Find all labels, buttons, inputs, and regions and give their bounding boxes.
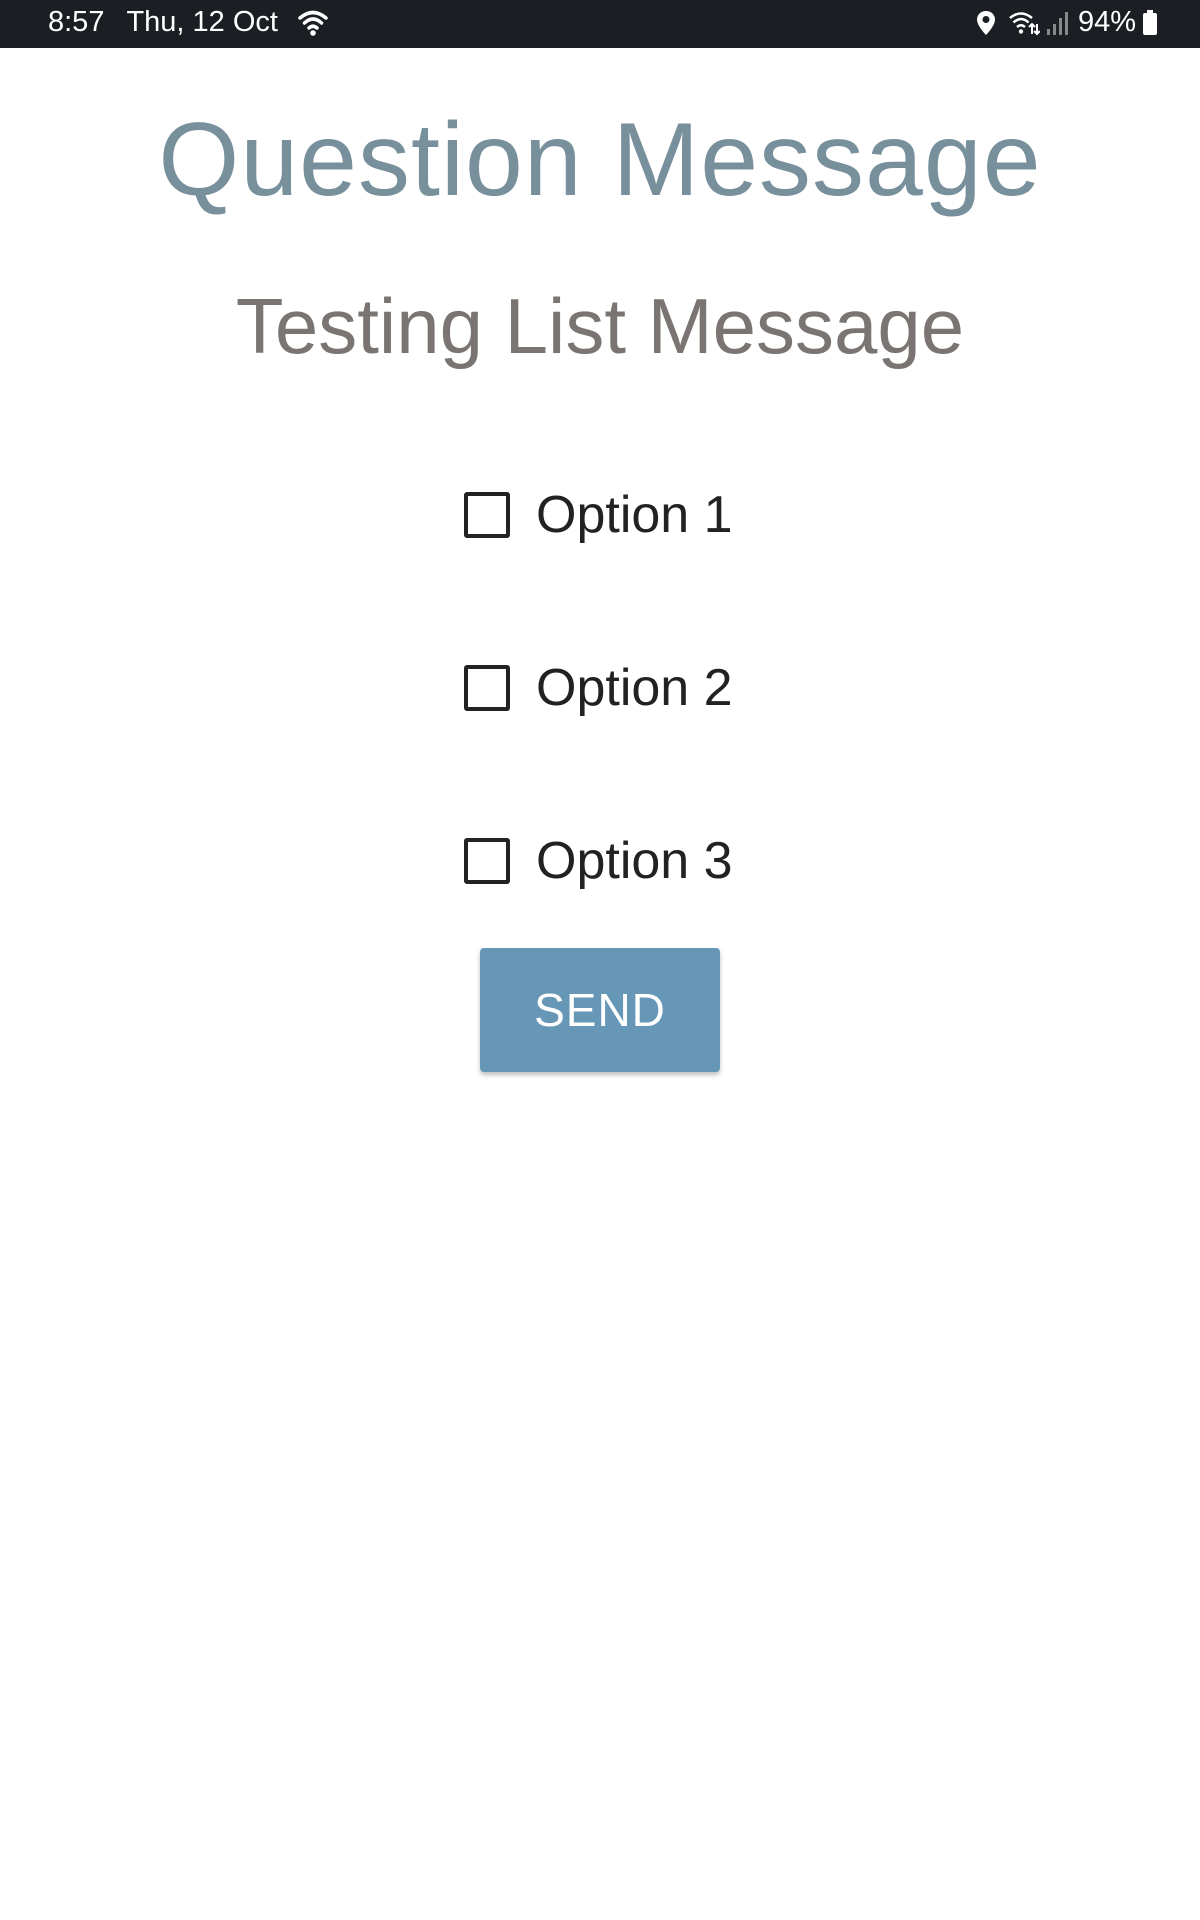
option-3-label: Option 3 [536, 832, 733, 890]
option-1-checkbox[interactable] [464, 492, 510, 538]
status-time: 8:57 [48, 6, 105, 38]
wifi-calling-icon [1008, 10, 1040, 36]
option-2-checkbox[interactable] [464, 665, 510, 711]
option-row-1[interactable]: Option 1 [464, 485, 733, 545]
page-subtitle: Testing List Message [235, 282, 965, 370]
option-1-label: Option 1 [536, 486, 733, 544]
location-icon [976, 10, 996, 36]
battery-icon [1142, 9, 1158, 36]
status-date: Thu, 12 Oct [126, 6, 278, 38]
signal-icon [1046, 10, 1070, 36]
option-3-checkbox[interactable] [464, 838, 510, 884]
option-row-2[interactable]: Option 2 [464, 658, 733, 718]
status-right: 94% [976, 6, 1158, 39]
send-button[interactable]: SEND [480, 948, 720, 1072]
page-title: Question Message [158, 102, 1042, 218]
battery-percent: 94% [1077, 6, 1136, 38]
status-bar: 8:57 Thu, 12 Oct 94% [0, 0, 1200, 48]
option-2-label: Option 2 [536, 659, 733, 717]
status-left: 8:57 Thu, 12 Oct [48, 6, 328, 39]
option-row-3[interactable]: Option 3 [464, 831, 733, 891]
wifi-icon [298, 9, 328, 37]
